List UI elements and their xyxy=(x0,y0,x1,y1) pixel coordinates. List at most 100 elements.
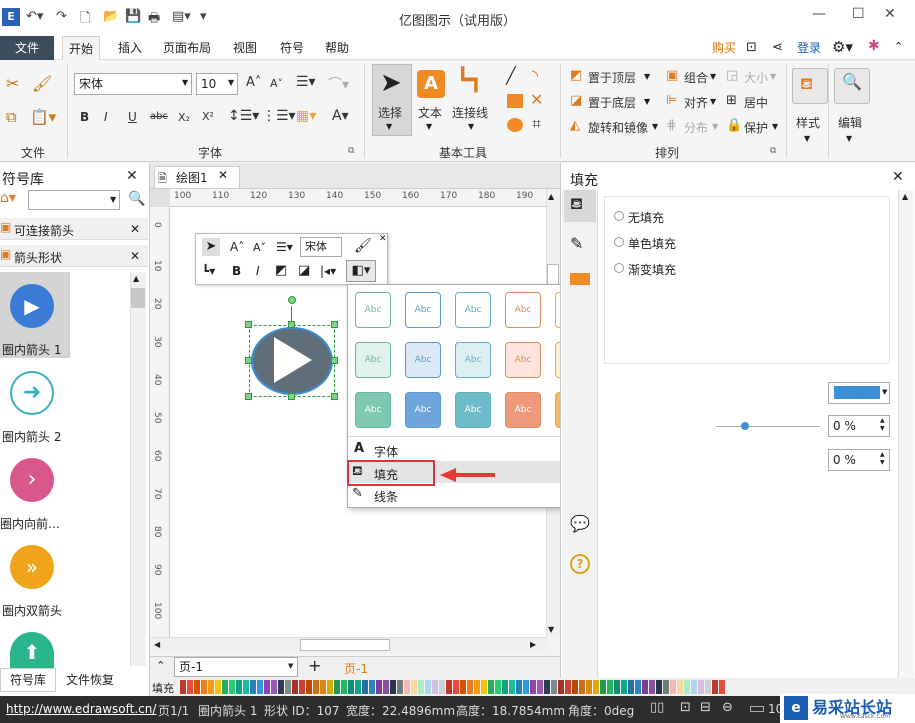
ellipse-tool-icon[interactable] xyxy=(507,118,523,132)
connector-tool-label[interactable]: 连接线 xyxy=(452,104,488,121)
resize-handle[interactable] xyxy=(245,357,252,364)
palette-color[interactable] xyxy=(278,680,284,694)
line-style-icon[interactable]: ✎ xyxy=(570,234,583,253)
line-end-icon[interactable]: |◂▾ xyxy=(320,264,336,278)
circle-arrow-2-icon[interactable]: ➜ xyxy=(10,371,54,415)
style-swatch[interactable]: Abc xyxy=(405,292,441,328)
maximize-icon[interactable]: ☐ xyxy=(852,6,865,22)
style-swatch[interactable]: Abc xyxy=(405,392,441,428)
align-text-icon[interactable]: ☰▾ xyxy=(296,74,316,90)
palette-color[interactable] xyxy=(334,680,340,694)
radio-no-fill[interactable] xyxy=(614,210,624,224)
mini-font-select[interactable]: 宋体 xyxy=(300,237,342,257)
rotation-handle[interactable] xyxy=(288,296,296,304)
palette-color[interactable] xyxy=(516,680,522,694)
resize-handle[interactable] xyxy=(331,357,338,364)
font-name-select[interactable]: 宋体 xyxy=(74,73,192,95)
bring-front-button[interactable]: 置于顶层 xyxy=(588,69,636,86)
style-swatch[interactable]: Abc xyxy=(455,342,491,378)
palette-color[interactable] xyxy=(705,680,711,694)
distribute-button[interactable]: 分布 xyxy=(684,119,708,136)
palette-color[interactable] xyxy=(355,680,361,694)
palette-color[interactable] xyxy=(579,680,585,694)
search-icon[interactable]: 🔍 xyxy=(128,191,145,207)
fit-page-icon[interactable]: ⊡ xyxy=(680,700,691,715)
lock-icon[interactable]: 🔒 xyxy=(726,118,742,133)
panel-scrollbar[interactable] xyxy=(898,190,914,696)
palette-color[interactable] xyxy=(663,680,669,694)
close-icon[interactable]: ✕ xyxy=(892,169,904,185)
close-icon[interactable]: ✕ xyxy=(130,222,140,236)
font-shrink-icon[interactable]: A˅ xyxy=(253,241,266,254)
align-button[interactable]: 对齐 xyxy=(684,94,708,111)
login-link[interactable]: 登录 xyxy=(797,36,821,60)
palette-color[interactable] xyxy=(194,680,200,694)
palette-color[interactable] xyxy=(208,680,214,694)
palette-color[interactable] xyxy=(677,680,683,694)
palette-color[interactable] xyxy=(593,680,599,694)
palette-color[interactable] xyxy=(509,680,515,694)
close-icon[interactable]: ✕ xyxy=(218,168,228,182)
resize-handle[interactable] xyxy=(245,321,252,328)
font-grow-icon[interactable]: A˄ xyxy=(246,75,261,90)
zoom-out-icon[interactable]: ⊖ xyxy=(722,700,733,715)
distribute-icon[interactable]: ⋕ xyxy=(666,118,677,133)
palette-color[interactable] xyxy=(292,680,298,694)
theme-icon[interactable]: ✱ xyxy=(868,38,880,54)
palette-color[interactable] xyxy=(621,680,627,694)
palette-color[interactable] xyxy=(607,680,613,694)
fit-width-icon[interactable]: ⊟ xyxy=(700,700,711,715)
close-icon[interactable]: ✕ xyxy=(126,168,138,184)
palette-color[interactable] xyxy=(215,680,221,694)
copy-icon[interactable]: ⧉ xyxy=(6,108,17,126)
send-back-button[interactable]: 置于底层 xyxy=(588,94,636,111)
palette-color[interactable] xyxy=(397,680,403,694)
subscript-button[interactable]: X₂ xyxy=(178,111,190,124)
size-icon[interactable]: ◲ xyxy=(726,68,738,83)
strikethrough-button[interactable]: abc xyxy=(150,111,168,122)
add-page-icon[interactable]: + xyxy=(308,656,321,675)
palette-color[interactable] xyxy=(551,680,557,694)
connector-icon[interactable]: ┗▾ xyxy=(202,264,215,278)
underline-button[interactable]: U xyxy=(128,110,137,124)
italic-button[interactable]: I xyxy=(256,264,260,278)
palette-color[interactable] xyxy=(432,680,438,694)
align-text-icon[interactable]: ☰▾ xyxy=(276,240,293,254)
tab-symbol[interactable]: 符号 xyxy=(280,36,304,60)
italic-button[interactable]: I xyxy=(104,110,108,124)
font-grow-icon[interactable]: A˄ xyxy=(230,240,244,254)
line-spacing-icon[interactable]: ↕☰▾ xyxy=(228,108,259,124)
palette-color[interactable] xyxy=(460,680,466,694)
palette-color[interactable] xyxy=(390,680,396,694)
palette-color[interactable] xyxy=(600,680,606,694)
palette-color[interactable] xyxy=(404,680,410,694)
home-icon[interactable]: ⌂▾ xyxy=(0,190,16,206)
palette-color[interactable] xyxy=(439,680,445,694)
palette-color[interactable] xyxy=(502,680,508,694)
palette-color[interactable] xyxy=(369,680,375,694)
palette-color[interactable] xyxy=(180,680,186,694)
palette-color[interactable] xyxy=(320,680,326,694)
transparency-slider-thumb[interactable] xyxy=(741,422,749,430)
format-painter-icon[interactable]: 🖌 xyxy=(32,74,52,93)
line-tool-icon[interactable]: ╱ xyxy=(506,66,516,85)
superscript-button[interactable]: X² xyxy=(202,110,214,123)
radio-solid-fill[interactable] xyxy=(614,236,624,250)
bullets-icon[interactable]: ⋮☰▾ xyxy=(262,108,296,124)
palette-color[interactable] xyxy=(572,680,578,694)
text-tool-icon[interactable]: A xyxy=(417,70,445,98)
palette-color[interactable] xyxy=(544,680,550,694)
tab-symbol-library[interactable]: 符号库 xyxy=(0,668,56,692)
palette-color[interactable] xyxy=(642,680,648,694)
align-icon[interactable]: ⊫ xyxy=(666,93,677,108)
palette-color[interactable] xyxy=(376,680,382,694)
palette-color[interactable] xyxy=(691,680,697,694)
symbol-search-input[interactable] xyxy=(28,190,120,210)
tab-home[interactable]: 开始 xyxy=(62,36,101,60)
transparency-slider-track[interactable] xyxy=(716,426,820,427)
comment-icon[interactable]: 💬 xyxy=(570,514,590,533)
circle-forward-icon[interactable]: › xyxy=(10,458,54,502)
palette-color[interactable] xyxy=(565,680,571,694)
website-link[interactable]: http://www.edrawsoft.cn/ xyxy=(6,702,156,716)
close-icon[interactable]: ✕ xyxy=(379,234,387,244)
